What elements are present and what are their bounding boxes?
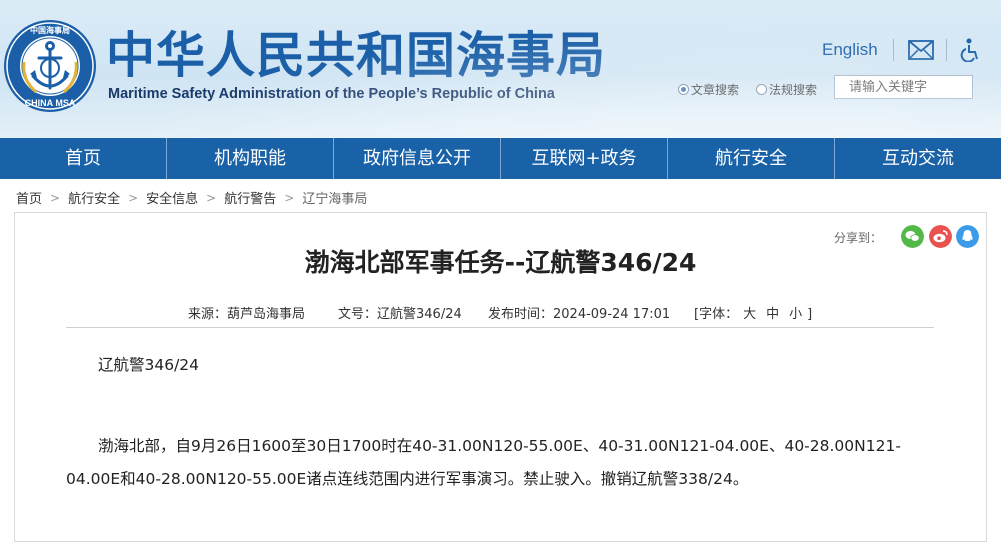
radio-dot[interactable]	[678, 84, 689, 95]
article-doc-no: 文号：辽航警346/24	[338, 307, 462, 322]
title-divider	[66, 327, 934, 328]
breadcrumb: 首页 > 航行安全 > 安全信息 > 航行警告 > 辽宁海事局	[16, 188, 367, 208]
breadcrumb-safety-info[interactable]: 安全信息	[146, 188, 198, 207]
mail-icon[interactable]	[908, 40, 934, 60]
nav-item-navigation-safety[interactable]: 航行安全	[668, 138, 835, 179]
nav-item-functions[interactable]: 机构职能	[167, 138, 334, 179]
article-paragraph: 辽航警346/24	[98, 356, 200, 374]
english-link[interactable]: English	[822, 40, 878, 60]
site-title-cn: 中华人民共和国海事局	[106, 27, 607, 84]
nav-item-home[interactable]: 首页	[0, 138, 167, 179]
font-size-label: [字体：	[694, 307, 739, 322]
chevron-right-icon: >	[206, 190, 217, 205]
radio-dot[interactable]	[756, 84, 767, 95]
radio-label: 文章搜索	[691, 83, 740, 97]
divider	[893, 39, 894, 61]
nav-item-interaction[interactable]: 互动交流	[835, 138, 1001, 179]
article-published: 发布时间：2024-09-24 17:01	[488, 307, 671, 322]
breadcrumb-nav-warning[interactable]: 航行警告	[224, 188, 276, 207]
font-size-small[interactable]: 小	[789, 307, 802, 322]
china-msa-logo[interactable]: 中国海事局 CHINA MSA	[2, 18, 98, 114]
article-paragraph: 渤海北部，自9月26日1600至30日1700时在40-31.00N120-55…	[66, 437, 901, 488]
radio-regulation-search[interactable]: 法规搜索	[756, 81, 817, 98]
breadcrumb-liaoning-msa[interactable]: 辽宁海事局	[302, 188, 367, 207]
divider	[946, 39, 947, 61]
site-header: 中国海事局 CHINA MSA 中华人民共和国海事局 Maritime Safe…	[0, 0, 1001, 138]
breadcrumb-navigation-safety[interactable]: 航行安全	[68, 188, 120, 207]
chevron-right-icon: >	[284, 190, 295, 205]
site-title-en: Maritime Safety Administration of the Pe…	[108, 86, 555, 102]
logo-text-top: 中国海事局	[30, 25, 70, 35]
font-size-close: ]	[807, 307, 813, 322]
logo-text-bottom: CHINA MSA	[25, 98, 76, 108]
main-nav: 首页 机构职能 政府信息公开 互联网+政务 航行安全 互动交流	[0, 138, 1001, 179]
nav-item-internet-services[interactable]: 互联网+政务	[501, 138, 668, 179]
font-size-large[interactable]: 大	[743, 307, 756, 322]
radio-article-search[interactable]: 文章搜索	[678, 81, 739, 98]
nav-item-gov-info[interactable]: 政府信息公开	[334, 138, 501, 179]
accessibility-icon[interactable]	[960, 38, 982, 62]
radio-label: 法规搜索	[769, 83, 818, 97]
search-input[interactable]	[834, 75, 973, 99]
article-source: 来源：葫芦岛海事局	[188, 307, 306, 322]
font-size-control: [字体： 大中小]	[694, 303, 812, 322]
chevron-right-icon: >	[128, 190, 139, 205]
breadcrumb-home[interactable]: 首页	[16, 188, 42, 207]
article-title: 渤海北部军事任务--辽航警346/24	[304, 248, 697, 277]
chevron-right-icon: >	[50, 190, 61, 205]
font-size-medium[interactable]: 中	[766, 307, 779, 322]
